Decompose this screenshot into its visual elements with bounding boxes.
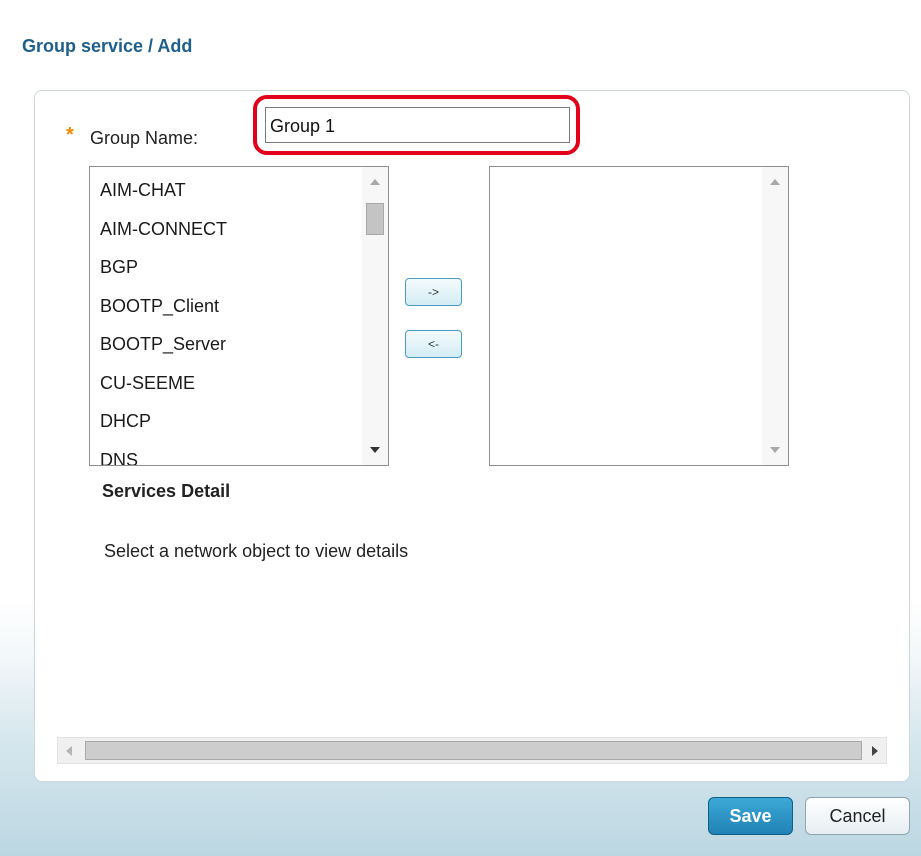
scroll-down-arrow-icon[interactable]	[370, 447, 380, 453]
group-name-input[interactable]	[265, 107, 570, 143]
group-name-label: Group Name:	[90, 128, 199, 148]
available-services-items: AIM-CHAT AIM-CONNECT BGP BOOTP_Client BOOTP_…	[100, 171, 360, 466]
list-item[interactable]: CU-SEEME	[100, 364, 360, 403]
scroll-right-arrow-icon[interactable]	[872, 746, 878, 756]
services-detail-text: Select a network object to view details	[104, 541, 409, 561]
available-services-list[interactable]: AIM-CHAT AIM-CONNECT BGP BOOTP_Client BOOTP_…	[89, 166, 389, 466]
list-item[interactable]: DNS	[100, 441, 360, 466]
available-list-scrollbar[interactable]	[362, 167, 388, 465]
remove-service-button[interactable]: <-	[405, 330, 462, 358]
list-item[interactable]: AIM-CONNECT	[100, 210, 360, 249]
scroll-down-arrow-icon[interactable]	[770, 447, 780, 453]
list-item[interactable]: BOOTP_Server	[100, 325, 360, 364]
horizontal-scrollbar[interactable]	[57, 737, 887, 764]
scroll-left-arrow-icon[interactable]	[66, 746, 72, 756]
selected-services-list[interactable]	[489, 166, 789, 466]
cancel-button[interactable]: Cancel	[805, 797, 910, 835]
services-detail-title: Services Detail	[102, 481, 231, 501]
scroll-up-arrow-icon[interactable]	[370, 179, 380, 185]
list-item[interactable]: AIM-CHAT	[100, 171, 360, 210]
save-button[interactable]: Save	[708, 797, 793, 835]
list-item[interactable]: BGP	[100, 248, 360, 287]
add-service-button[interactable]: ->	[405, 278, 462, 306]
list-item[interactable]: BOOTP_Client	[100, 287, 360, 326]
horizontal-scroll-thumb[interactable]	[85, 741, 862, 760]
scroll-thumb[interactable]	[366, 203, 384, 235]
required-marker: *	[66, 124, 74, 146]
list-item[interactable]: DHCP	[100, 402, 360, 441]
scroll-up-arrow-icon[interactable]	[770, 179, 780, 185]
selected-list-scrollbar[interactable]	[762, 167, 788, 465]
page-title: Group service / Add	[22, 36, 193, 56]
